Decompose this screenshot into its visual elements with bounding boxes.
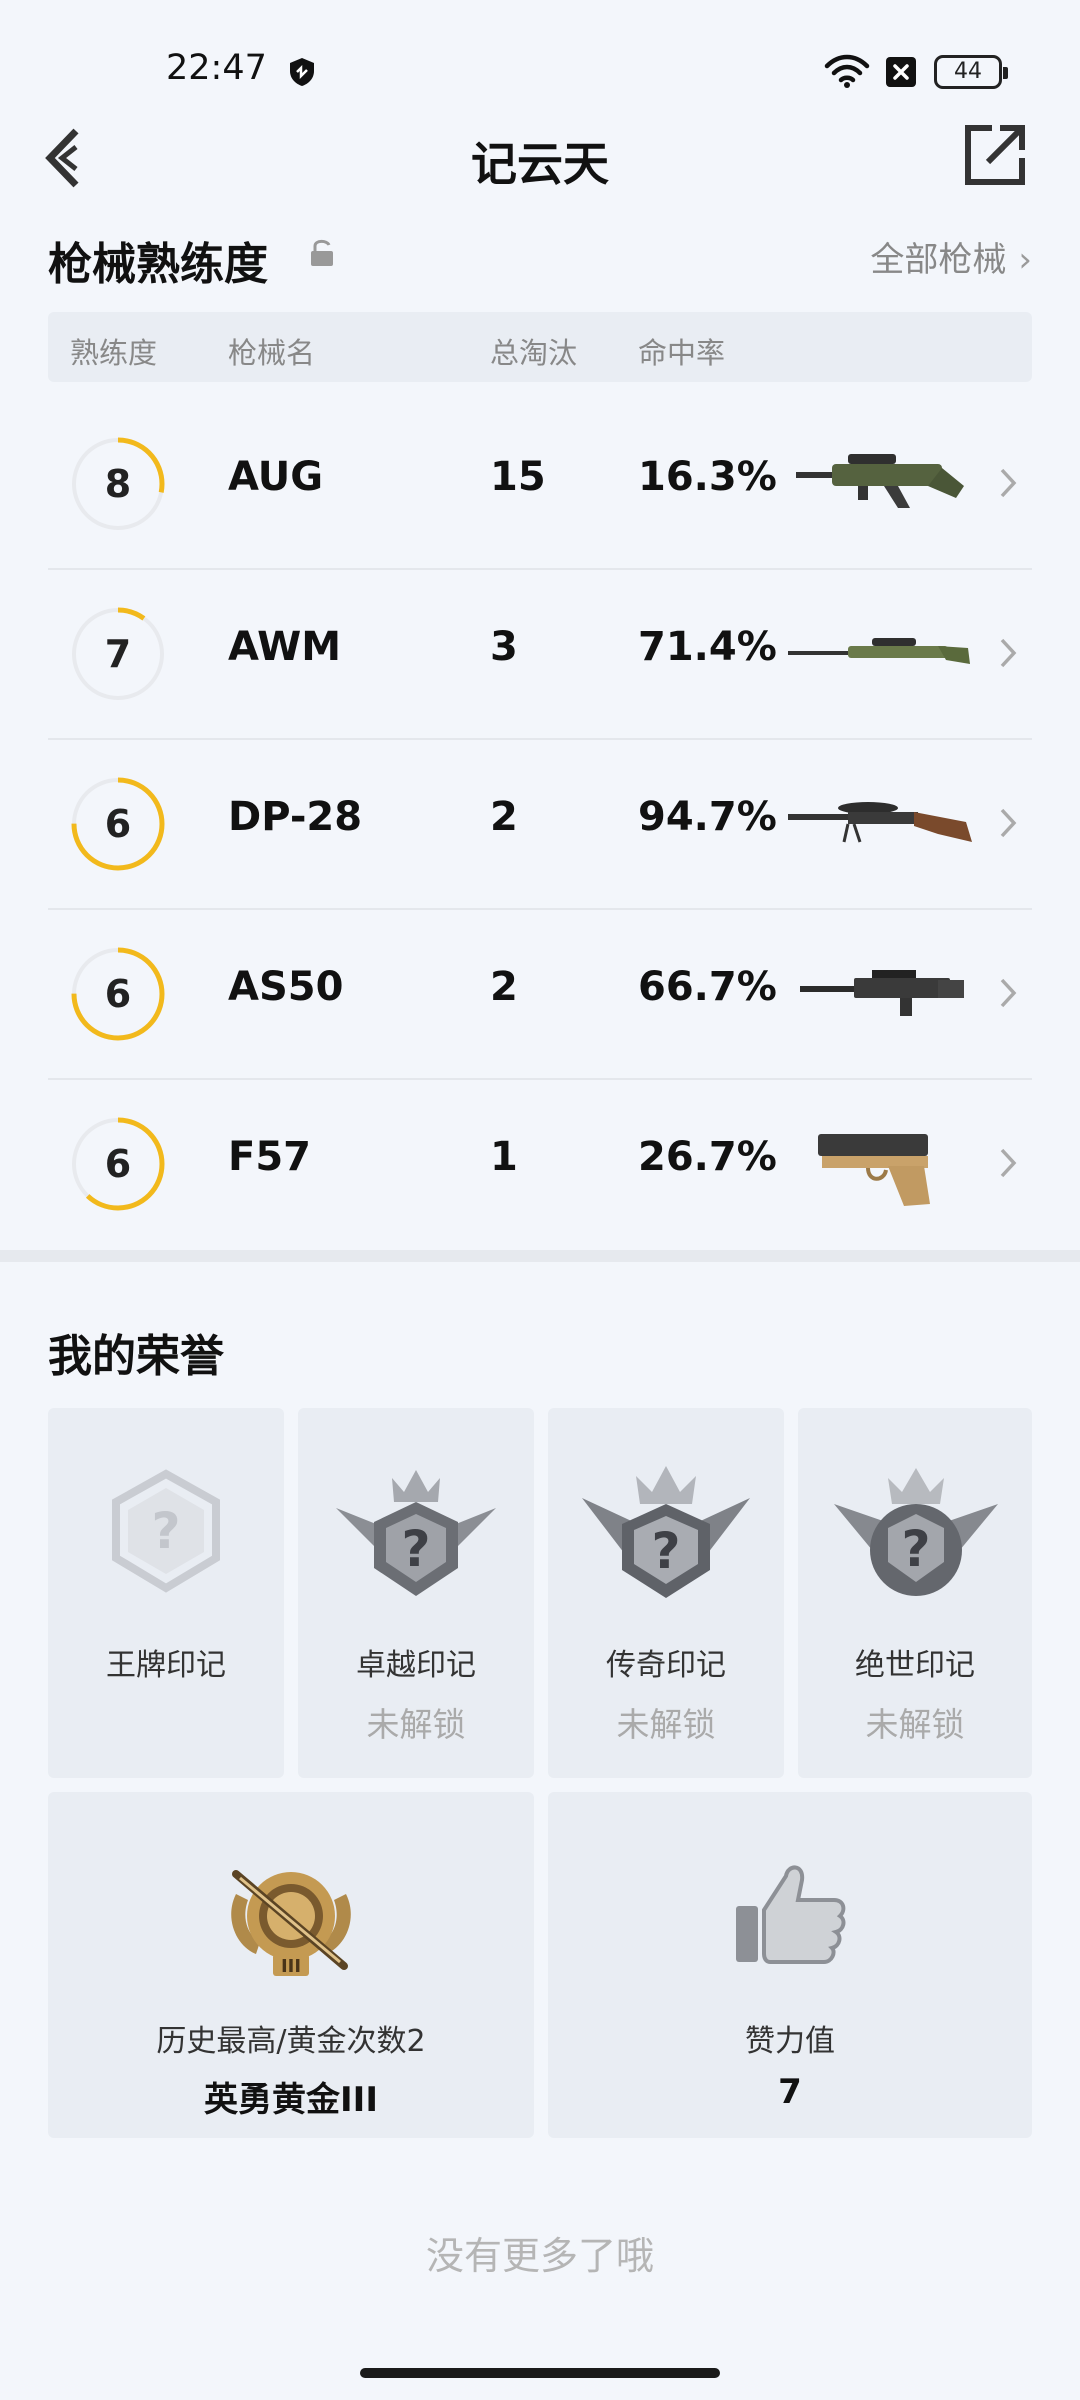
svg-text:?: ? <box>901 1520 930 1578</box>
all-weapons-link[interactable]: 全部枪械 › <box>870 232 1032 281</box>
honor-card-legend-mark[interactable]: ? 传奇印记 未解锁 <box>548 1408 784 1778</box>
weapon-row-awm[interactable]: 7 AWM 3 71.4% <box>48 568 1032 740</box>
weapon-row-aug[interactable]: 8 AUG 15 16.3% <box>48 398 1032 570</box>
col-weapon-name: 枪械名 <box>228 336 316 370</box>
chevron-right-icon <box>1000 978 1017 1008</box>
likes-value: 7 <box>778 2072 802 2112</box>
proficiency-level: 7 <box>104 632 132 676</box>
shield-icon <box>290 58 314 86</box>
chevron-right-icon <box>1000 1148 1017 1178</box>
chevron-right-icon <box>1000 468 1017 498</box>
battery-icon: 44 <box>934 55 1008 89</box>
weapon-hit-rate: 16.3% <box>638 454 777 500</box>
wifi-icon <box>824 54 870 88</box>
honors-section-title: 我的荣誉 <box>48 1331 224 1382</box>
peerless-mark-badge-icon: ? <box>834 1468 998 1596</box>
weapon-hit-rate: 26.7% <box>638 1134 777 1180</box>
honor-card-peerless-mark[interactable]: ? 绝世印记 未解锁 <box>798 1408 1032 1778</box>
status-time: 22:47 <box>166 48 267 88</box>
weapon-row-as50[interactable]: 6 AS50 2 66.7% <box>48 908 1032 1080</box>
chevron-right-icon: › <box>1018 240 1032 280</box>
status-bar: 22:47 44 <box>0 0 1080 140</box>
awm-rifle-image <box>788 638 970 664</box>
section-divider <box>0 1250 1080 1262</box>
col-hit-rate: 命中率 <box>638 336 726 370</box>
honor-mark-name: 卓越印记 <box>356 1648 476 1683</box>
weapon-row-dp28[interactable]: 6 DP-28 2 94.7% <box>48 738 1032 910</box>
as50-rifle-image <box>800 970 964 1016</box>
all-weapons-label: 全部枪械 <box>870 240 1007 280</box>
proficiency-level: 6 <box>104 1142 132 1186</box>
weapon-section-title: 枪械熟练度 <box>48 239 268 290</box>
chevron-right-icon <box>1000 808 1017 838</box>
honor-card-ace-mark[interactable]: ? 王牌印记 <box>48 1408 284 1778</box>
weapon-hit-rate: 94.7% <box>638 794 777 840</box>
weapon-kills: 3 <box>490 624 518 670</box>
svg-text:?: ? <box>651 1522 680 1580</box>
weapon-kills: 2 <box>490 964 518 1010</box>
honor-mark-status: 未解锁 <box>366 1705 466 1744</box>
honor-mark-status: 未解锁 <box>865 1705 965 1744</box>
legend-mark-badge-icon: ? <box>582 1466 750 1598</box>
honor-mark-name: 王牌印记 <box>106 1648 226 1683</box>
honor-mark-name: 传奇印记 <box>606 1648 726 1683</box>
proficiency-level: 8 <box>104 462 132 506</box>
ace-mark-badge-icon: ? <box>112 1469 220 1593</box>
weapon-name: DP-28 <box>228 794 363 840</box>
gold-rank-badge-icon: III <box>231 1870 351 1977</box>
rank-value: 英勇黄金III <box>204 2080 378 2120</box>
likes-label: 赞力值 <box>745 2024 835 2059</box>
svg-text:?: ? <box>151 1502 180 1560</box>
weapon-kills: 1 <box>490 1134 518 1180</box>
proficiency-level: 6 <box>104 802 132 846</box>
rank-card[interactable]: III 历史最高/黄金次数2 英勇黄金III <box>48 1792 534 2138</box>
weapon-name: AUG <box>228 454 324 500</box>
home-indicator[interactable] <box>360 2368 720 2378</box>
unlock-icon[interactable] <box>308 238 336 268</box>
weapon-kills: 2 <box>490 794 518 840</box>
share-icon[interactable] <box>962 122 1028 188</box>
dp28-gun-image <box>788 802 972 843</box>
excellence-mark-badge-icon: ? <box>336 1470 496 1596</box>
weapon-kills: 15 <box>490 454 546 500</box>
weapon-hit-rate: 71.4% <box>638 624 777 670</box>
weapon-name: AS50 <box>228 964 344 1010</box>
weapon-name: F57 <box>228 1134 311 1180</box>
honor-card-excellence-mark[interactable]: ? 卓越印记 未解锁 <box>298 1408 534 1778</box>
thumbs-up-icon <box>736 1865 846 1964</box>
likes-card[interactable]: 赞力值 7 <box>548 1792 1032 2138</box>
proficiency-level: 6 <box>104 972 132 1016</box>
honor-mark-status: 未解锁 <box>616 1705 716 1744</box>
no-sim-icon <box>886 57 916 87</box>
no-more-content-text: 没有更多了哦 <box>425 2234 654 2278</box>
svg-text:III: III <box>281 1956 301 1977</box>
weapon-list: 8 AUG 15 16.3% 7 AWM 3 71.4% 6 DP-28 2 9… <box>0 398 1080 1248</box>
aug-rifle-image <box>796 454 964 508</box>
f57-pistol-image <box>818 1134 930 1206</box>
weapon-name: AWM <box>228 624 342 670</box>
weapon-table-header: 熟练度 枪械名 总淘汰 命中率 <box>48 312 1032 382</box>
rank-label: 历史最高/黄金次数2 <box>156 2024 426 2059</box>
col-kills: 总淘汰 <box>490 336 578 370</box>
weapon-hit-rate: 66.7% <box>638 964 777 1010</box>
weapon-row-f57[interactable]: 6 F57 1 26.7% <box>48 1078 1032 1248</box>
chevron-right-icon <box>1000 638 1017 668</box>
svg-text:?: ? <box>401 1520 430 1578</box>
col-proficiency: 熟练度 <box>70 336 158 370</box>
honor-mark-name: 绝世印记 <box>855 1648 975 1683</box>
page-title: 记云天 <box>471 137 609 191</box>
